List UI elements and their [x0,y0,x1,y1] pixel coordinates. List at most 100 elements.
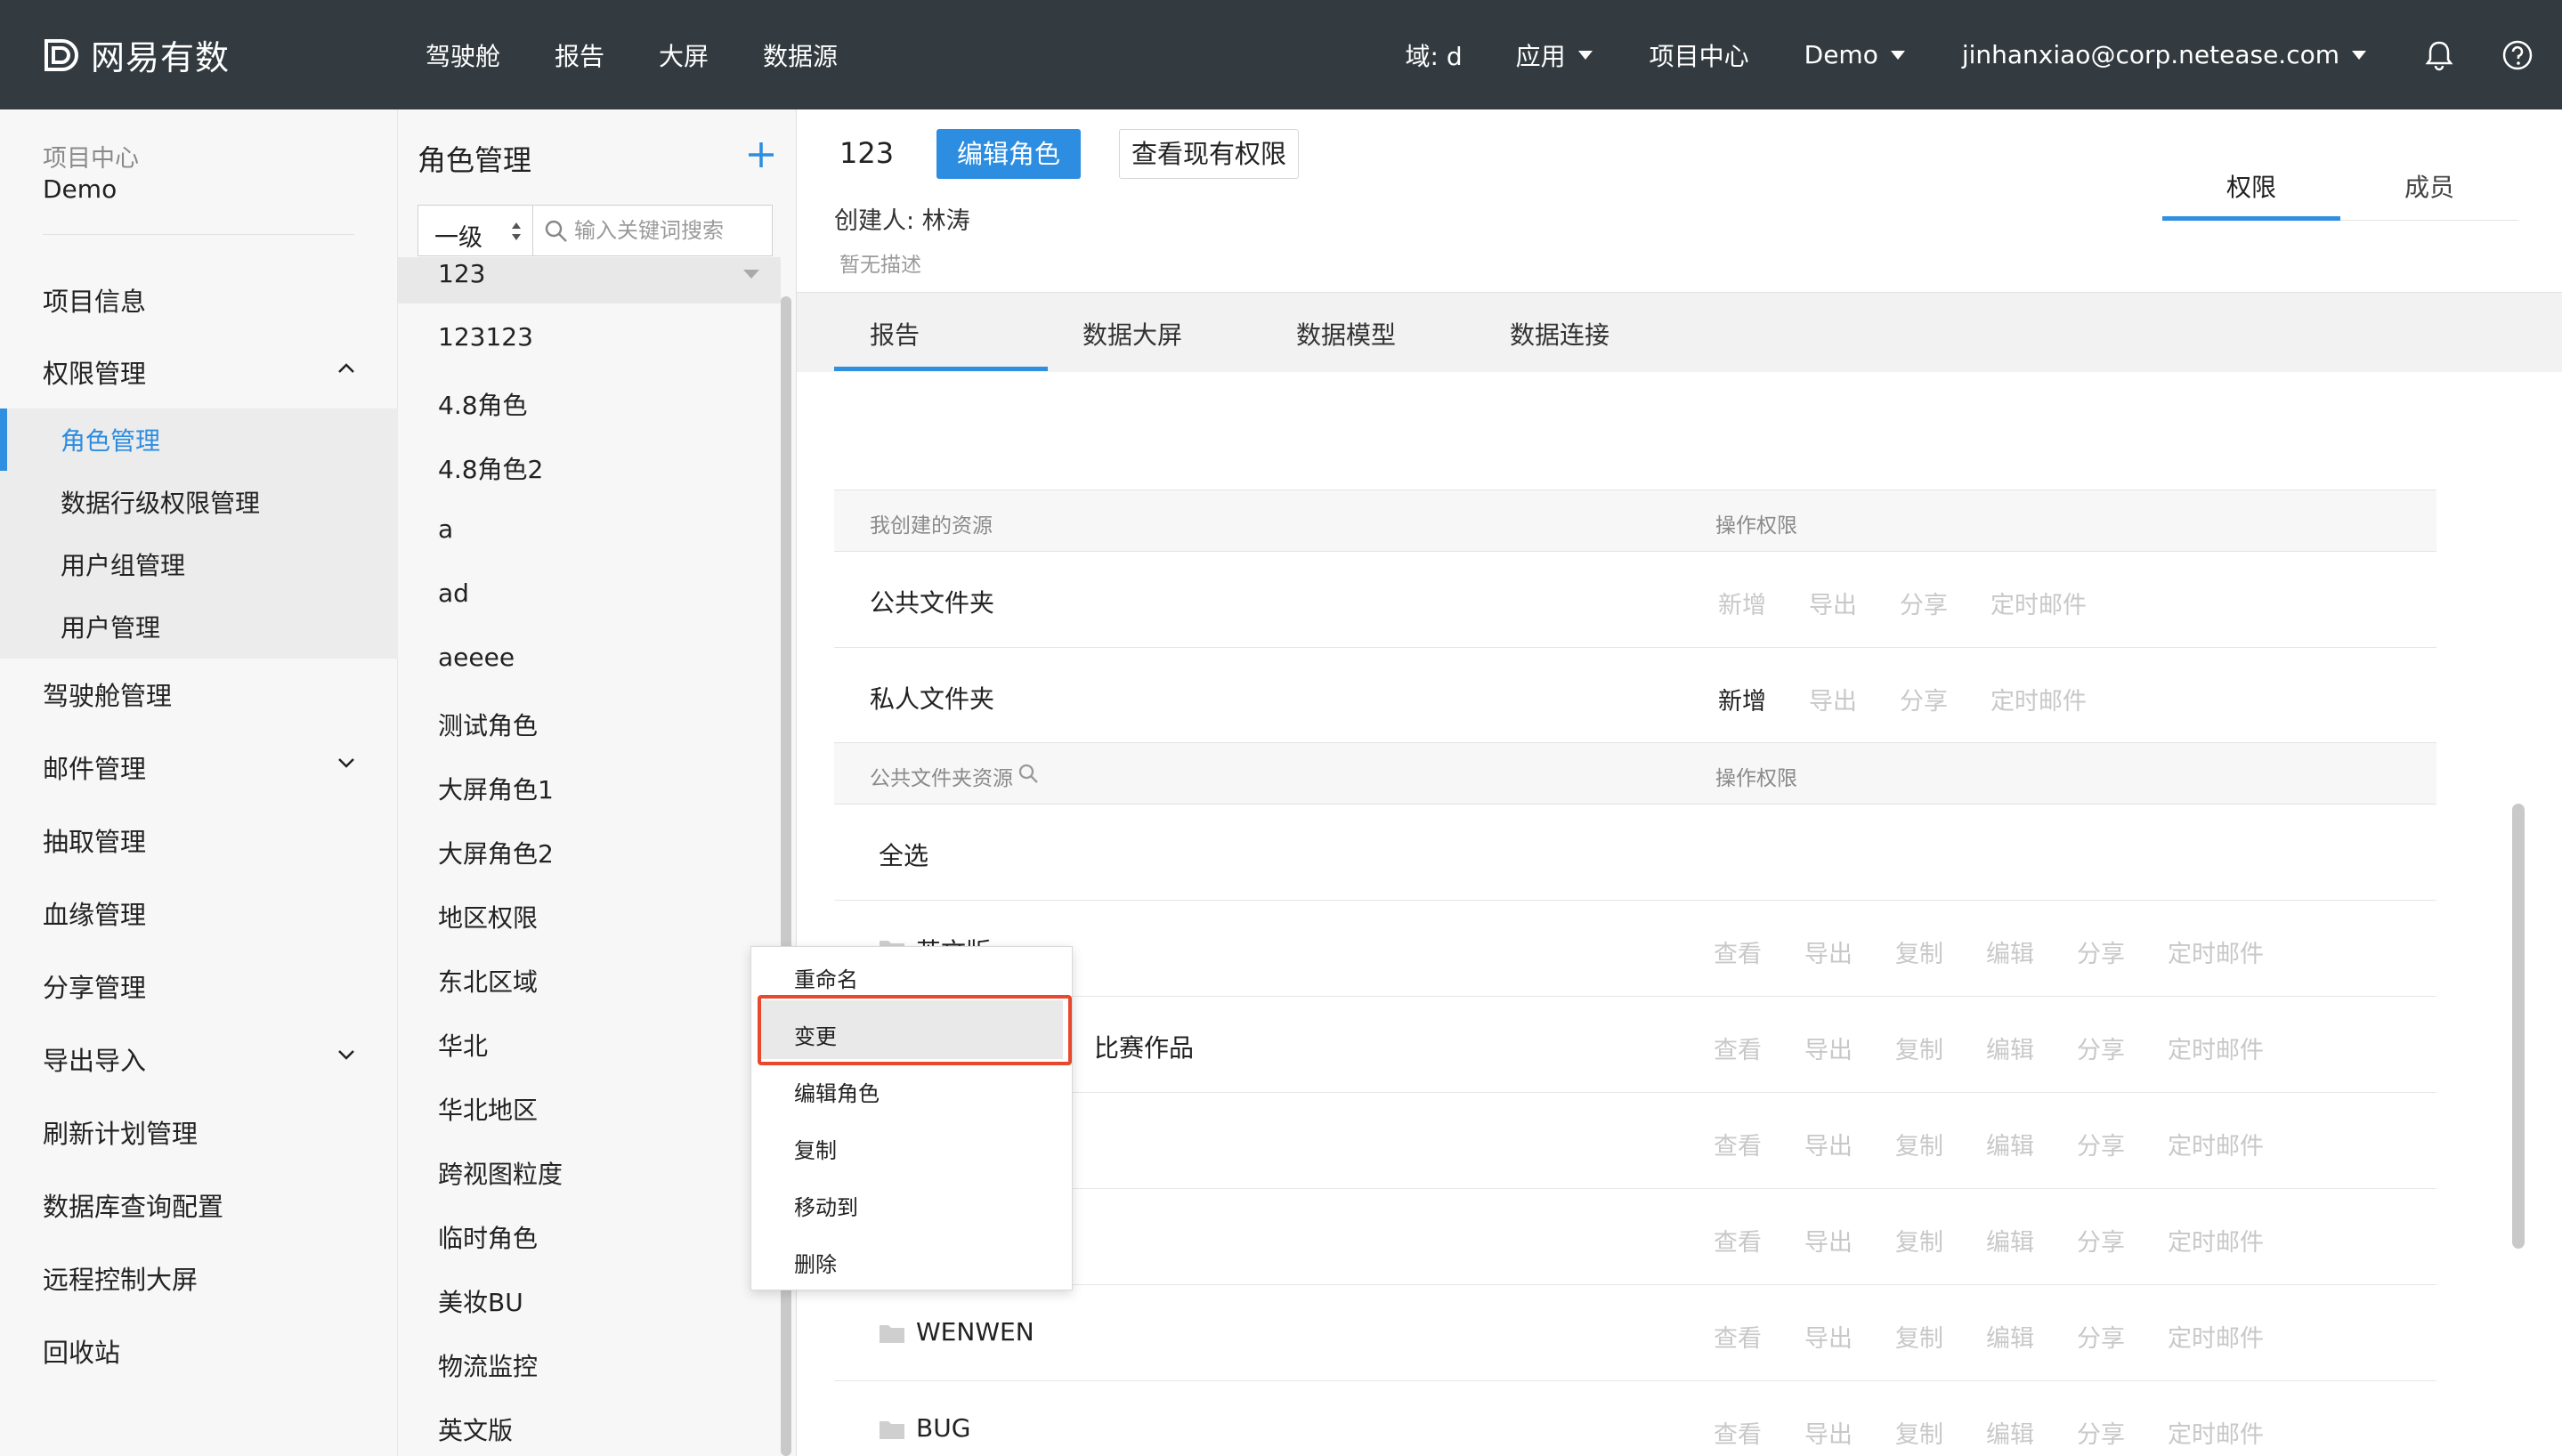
sidebar-item-row-permission[interactable]: 数据行级权限管理 [61,484,260,520]
op-export[interactable]: 导出 [1804,1031,1853,1065]
search-input[interactable] [574,214,766,247]
search-icon[interactable] [1018,763,1041,786]
op-copy[interactable]: 复制 [1895,1319,1943,1354]
op-view[interactable]: 查看 [1714,1319,1762,1354]
role-item[interactable]: 大屏角色1 [438,771,554,806]
op-edit[interactable]: 编辑 [1986,1319,2034,1354]
op-edit[interactable]: 编辑 [1986,1031,2034,1065]
op-copy[interactable]: 复制 [1895,934,1943,969]
op-scheduled-mail[interactable]: 定时邮件 [1990,586,2087,620]
op-add[interactable]: 新增 [1718,682,1766,716]
op-edit[interactable]: 编辑 [1986,1223,2034,1258]
op-view[interactable]: 查看 [1714,1127,1762,1161]
caret-down-icon[interactable] [743,270,759,279]
role-item[interactable]: 测试角色 [438,707,538,742]
sidebar-item-project-info[interactable]: 项目信息 [43,281,146,319]
role-item[interactable]: 跨视图粒度 [438,1155,563,1191]
sidebar-item-extract-mgmt[interactable]: 抽取管理 [43,821,146,859]
nav-big-screen[interactable]: 大屏 [659,37,709,73]
domain-selector[interactable]: 域: d [1406,37,1463,73]
role-item[interactable]: 英文版 [438,1412,513,1447]
sidebar-item-permission[interactable]: 权限管理 [43,353,146,391]
op-share[interactable]: 分享 [2077,1223,2125,1258]
op-export[interactable]: 导出 [1804,934,1853,969]
nav-cockpit[interactable]: 驾驶舱 [426,37,500,73]
role-item[interactable]: 123123 [438,322,533,352]
role-item[interactable]: 4.8角色 [438,386,528,422]
role-item[interactable]: 东北区域 [438,963,538,999]
op-scheduled-mail[interactable]: 定时邮件 [2168,1223,2264,1258]
help-icon[interactable] [2500,37,2535,73]
sidebar-item-remote-screen[interactable]: 远程控制大屏 [43,1259,198,1297]
sidebar-item-lineage-mgmt[interactable]: 血缘管理 [43,894,146,932]
tab-data-model[interactable]: 数据模型 [1296,316,1396,352]
sidebar-item-user-group[interactable]: 用户组管理 [61,546,185,582]
op-scheduled-mail[interactable]: 定时邮件 [1990,682,2087,716]
op-share[interactable]: 分享 [1900,682,1948,716]
role-item[interactable]: 美妆BU [438,1283,523,1319]
role-item[interactable]: ad [438,578,469,608]
op-export[interactable]: 导出 [1809,586,1857,620]
brand-logo[interactable]: 网易有数 [41,30,230,79]
chevron-down-icon[interactable] [336,753,356,772]
sidebar-item-cockpit-mgmt[interactable]: 驾驶舱管理 [43,675,172,713]
op-copy[interactable]: 复制 [1895,1415,1943,1450]
sidebar-item-share-mgmt[interactable]: 分享管理 [43,967,146,1005]
resource-name[interactable]: WENWEN [916,1317,1034,1347]
role-item[interactable]: a [438,514,453,544]
tab-members[interactable]: 成员 [2340,168,2518,204]
sidebar-item-user-mgmt[interactable]: 用户管理 [61,609,160,644]
op-share[interactable]: 分享 [2077,1031,2125,1065]
op-view[interactable]: 查看 [1714,1415,1762,1450]
sidebar-item-db-query[interactable]: 数据库查询配置 [43,1186,223,1224]
resource-name[interactable]: BUG [916,1413,970,1443]
op-export[interactable]: 导出 [1809,682,1857,716]
select-all-label[interactable]: 全选 [879,837,928,872]
app-dropdown[interactable]: 应用 [1516,37,1593,73]
op-export[interactable]: 导出 [1804,1127,1853,1161]
role-item[interactable]: 4.8角色2 [438,450,543,486]
sidebar-item-role-mgmt[interactable]: 角色管理 [61,422,160,457]
role-item[interactable]: 临时角色 [438,1219,538,1255]
menu-item-edit-role[interactable]: 编辑角色 [794,1076,880,1107]
menu-item-rename[interactable]: 重命名 [794,962,858,993]
sidebar-item-recycle[interactable]: 回收站 [43,1332,120,1370]
op-share[interactable]: 分享 [2077,1319,2125,1354]
role-item[interactable]: aeeee [438,643,515,672]
edit-role-button[interactable]: 编辑角色 [936,129,1081,179]
user-dropdown[interactable]: jinhanxiao@corp.netease.com [1962,40,2366,69]
op-view[interactable]: 查看 [1714,1223,1762,1258]
op-export[interactable]: 导出 [1804,1223,1853,1258]
nav-data-source[interactable]: 数据源 [763,37,838,73]
op-copy[interactable]: 复制 [1895,1031,1943,1065]
op-add[interactable]: 新增 [1718,586,1766,620]
op-view[interactable]: 查看 [1714,934,1762,969]
op-scheduled-mail[interactable]: 定时邮件 [2168,1415,2264,1450]
chevron-down-icon[interactable] [336,1045,356,1064]
role-item[interactable]: 123 [438,259,485,288]
op-edit[interactable]: 编辑 [1986,1415,2034,1450]
sidebar-item-export-import[interactable]: 导出导入 [43,1040,146,1078]
op-share[interactable]: 分享 [2077,1127,2125,1161]
main-scrollbar[interactable] [2512,804,2525,1249]
role-item[interactable]: 物流监控 [438,1347,538,1383]
role-item[interactable]: 华北地区 [438,1091,538,1127]
tab-big-screen[interactable]: 数据大屏 [1082,316,1182,352]
project-dropdown[interactable]: Demo [1804,40,1905,69]
bell-icon[interactable] [2421,37,2457,73]
resource-name[interactable]: 比赛作品 [1094,1029,1194,1064]
tab-data-connection[interactable]: 数据连接 [1510,316,1609,352]
op-share[interactable]: 分享 [2077,1415,2125,1450]
op-share[interactable]: 分享 [1900,586,1948,620]
op-edit[interactable]: 编辑 [1986,1127,2034,1161]
menu-item-move-to[interactable]: 移动到 [794,1190,858,1221]
chevron-up-icon[interactable] [336,359,356,378]
role-item[interactable]: 地区权限 [438,899,538,934]
project-center-link[interactable]: 项目中心 [1650,37,1749,73]
op-copy[interactable]: 复制 [1895,1223,1943,1258]
op-export[interactable]: 导出 [1804,1415,1853,1450]
op-scheduled-mail[interactable]: 定时邮件 [2168,934,2264,969]
op-share[interactable]: 分享 [2077,934,2125,969]
op-view[interactable]: 查看 [1714,1031,1762,1065]
op-copy[interactable]: 复制 [1895,1127,1943,1161]
